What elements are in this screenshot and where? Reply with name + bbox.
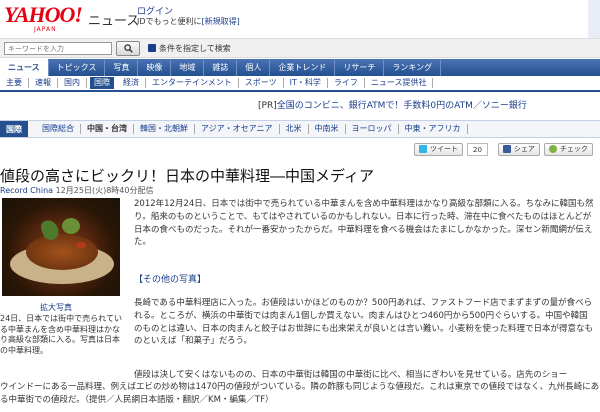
tab-photos[interactable]: 写真	[105, 59, 139, 76]
category-international[interactable]: 国際	[90, 77, 114, 89]
category-main[interactable]: 主要	[0, 78, 29, 88]
photo-caption: 24日、日本では街中で売られている中華まんを含め中華料理はかなり高級な部類に入る…	[0, 314, 122, 355]
advanced-search-icon	[148, 44, 156, 52]
share-buttons: ツイート 20 シェア チェック	[414, 142, 593, 156]
id-note: IDでもっと便利に[新規取得]	[137, 16, 240, 27]
search-icon	[123, 44, 133, 53]
article-paragraph-3: 値段は決して安くはないものの、日本の中華街は韓国の中華街に比べ、相当にぎわいを見…	[134, 370, 568, 380]
region-nav: 国際 国際総合 中国・台湾 韓国・北朝鮮 アジア・オセアニア 北米 中南米 ヨー…	[0, 120, 600, 138]
region-china-taiwan[interactable]: 中国・台湾	[81, 124, 134, 134]
main-tabs: ニュース トピックス 写真 映像 地域 雑誌 個人 企業トレンド リサーチ ラン…	[0, 59, 600, 76]
article-headline: 値段の高さにビックリ！日本の中華料理―中国メディア	[0, 167, 374, 185]
tab-video[interactable]: 映像	[138, 59, 172, 76]
search-button[interactable]	[116, 41, 140, 56]
id-note-text: IDでもっと便利に	[137, 17, 202, 26]
check-icon	[548, 145, 557, 153]
tab-ranking[interactable]: ランキング	[384, 59, 442, 76]
article-byline: Record China 12月25日(火)8時40分配信	[0, 185, 153, 196]
check-label: チェック	[559, 145, 588, 153]
region-europe[interactable]: ヨーロッパ	[346, 124, 399, 134]
category-sports[interactable]: スポーツ	[239, 78, 284, 88]
search-bar: 条件を指定して検索	[0, 38, 600, 58]
facebook-share-label: シェア	[513, 145, 535, 153]
region-label: 国際	[0, 121, 28, 137]
region-asia-oceania[interactable]: アジア・オセアニア	[195, 124, 280, 134]
article-paragraph-4: ウインドーにある一品料理、例えばエビの炒め物は1470円の値段がついている。隣の…	[0, 382, 600, 405]
facebook-share-button[interactable]: シェア	[497, 142, 540, 156]
twitter-icon	[419, 145, 427, 153]
search-input[interactable]	[4, 42, 112, 55]
tab-business-trend[interactable]: 企業トレンド	[270, 59, 336, 76]
pr-tag: [PR]	[258, 101, 277, 111]
category-life[interactable]: ライフ	[328, 78, 365, 88]
article-date: 12月25日(火)8時40分配信	[55, 186, 154, 195]
tweet-count: 20	[467, 142, 488, 156]
article-photo[interactable]	[2, 198, 120, 296]
tab-news[interactable]: ニュース	[0, 59, 49, 76]
advanced-search-label: 条件を指定して検索	[159, 44, 231, 53]
signup-link[interactable]: [新規取得]	[202, 17, 240, 26]
article-source[interactable]: Record China	[0, 186, 53, 195]
tab-topics[interactable]: トピックス	[49, 59, 106, 76]
category-entertainment[interactable]: エンターテインメント	[146, 78, 239, 88]
logo-sub-text: JAPAN	[34, 26, 57, 33]
tweet-label: ツイート	[430, 145, 458, 153]
pr-ad: [PR]全国のコンビニ、銀行ATMで！手数料0円のATM／ソニー銀行	[258, 98, 527, 111]
other-photos-link[interactable]: 【その他の写真】	[134, 272, 206, 285]
article-paragraph-1: 2012年12月24日、日本では街中で売られている中華まんを含め中華料理はかなり…	[134, 199, 594, 248]
category-providers[interactable]: ニュース提供社	[365, 78, 434, 88]
advanced-search-link[interactable]: 条件を指定して検索	[148, 43, 231, 54]
tab-individual[interactable]: 個人	[237, 59, 271, 76]
category-breaking[interactable]: 速報	[29, 78, 58, 88]
region-korea[interactable]: 韓国・北朝鮮	[134, 124, 195, 134]
photo-garnish-shape	[62, 218, 80, 234]
enlarge-photo-link[interactable]: 拡大写真	[40, 302, 72, 313]
check-button[interactable]: チェック	[543, 142, 593, 156]
region-north-america[interactable]: 北米	[280, 124, 309, 134]
region-middle-east-africa[interactable]: 中東・アフリカ	[399, 124, 468, 134]
site-title[interactable]: ニュース	[88, 10, 139, 29]
facebook-icon	[502, 145, 511, 153]
category-nav: 主要 速報 国内 国際 経済 エンターテインメント スポーツ IT・科学 ライフ…	[0, 76, 600, 92]
photo-food-shape	[26, 234, 98, 270]
category-it-science[interactable]: IT・科学	[284, 78, 328, 88]
logo-text: YAHOO!	[4, 2, 83, 27]
yahoo-logo[interactable]: YAHOO! JAPAN	[4, 4, 86, 34]
tweet-button[interactable]: ツイート	[414, 142, 463, 156]
tab-research[interactable]: リサーチ	[335, 59, 385, 76]
header-side-panel	[588, 0, 600, 38]
region-latin-america[interactable]: 中南米	[309, 124, 346, 134]
tab-magazine[interactable]: 雑誌	[204, 59, 238, 76]
pr-link[interactable]: 全国のコンビニ、銀行ATMで！手数料0円のATM／ソニー銀行	[277, 101, 527, 111]
article-paragraph-2: 長崎である中華料理店に入った。お値段はいかほどのものか？500円あれば、ファスト…	[134, 298, 594, 347]
photo-pepper-shape	[76, 242, 86, 248]
category-economy[interactable]: 経済	[117, 78, 146, 88]
tab-local[interactable]: 地域	[171, 59, 205, 76]
region-general[interactable]: 国際総合	[36, 124, 81, 134]
category-domestic[interactable]: 国内	[58, 78, 87, 88]
